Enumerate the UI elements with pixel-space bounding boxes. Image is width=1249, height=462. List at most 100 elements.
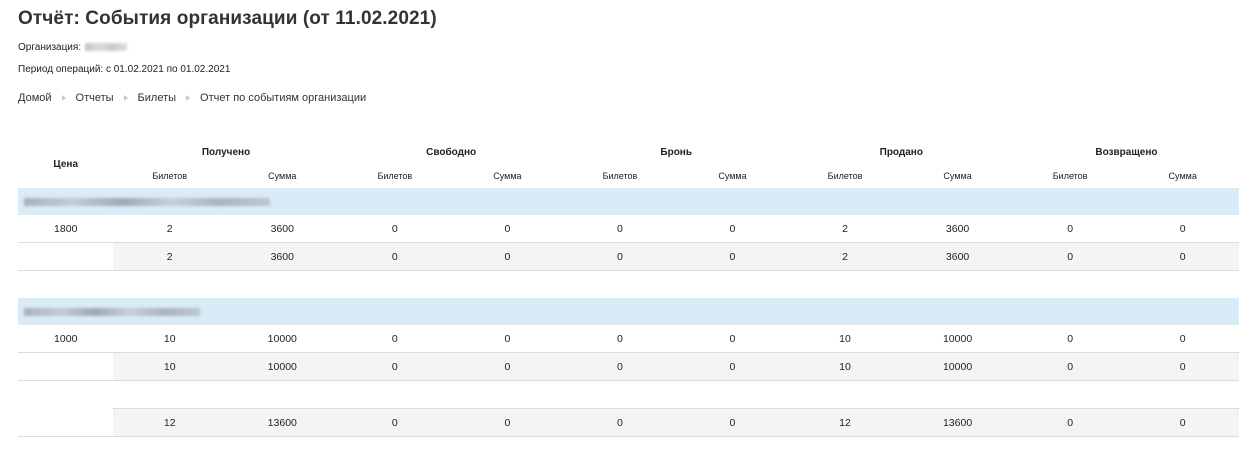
cell-received-tickets: 2 xyxy=(113,242,226,271)
events-report-table: Цена Получено Свободно Бронь Продано Воз… xyxy=(18,140,1239,437)
cell-sold-sum: 13600 xyxy=(901,408,1014,437)
cell-returned-tickets: 0 xyxy=(1013,325,1127,353)
cell-reserved-sum: 0 xyxy=(676,325,789,353)
breadcrumb-reports[interactable]: Отчеты xyxy=(76,92,114,104)
cell-received-sum: 13600 xyxy=(226,408,339,437)
cell-received-sum: 10000 xyxy=(226,352,339,381)
subheader-tickets: Билетов xyxy=(827,171,863,181)
group-header-reserved: Бронь xyxy=(660,146,692,158)
cell-price xyxy=(18,408,114,437)
event-section-header xyxy=(18,298,1239,325)
breadcrumb-home[interactable]: Домой xyxy=(18,92,52,104)
cell-returned-tickets: 0 xyxy=(1013,352,1127,381)
group-header-free: Свободно xyxy=(426,146,477,158)
page-title: Отчёт: События организации (от 11.02.202… xyxy=(18,8,437,29)
subheader-tickets: Билетов xyxy=(377,171,413,181)
blurred-event-name xyxy=(24,197,270,206)
cell-reserved-tickets: 0 xyxy=(563,408,677,437)
cell-price: 1800 xyxy=(18,215,114,243)
organization-line: Организация: xyxy=(18,42,128,53)
table-row: 1800 2 3600 0 0 0 0 2 3600 0 0 xyxy=(18,215,1239,243)
event-name-redacted xyxy=(18,298,1239,325)
cell-received-sum: 10000 xyxy=(226,325,339,353)
cell-reserved-sum: 0 xyxy=(676,352,789,381)
cell-received-sum: 3600 xyxy=(226,215,339,243)
group-header-sold: Продано xyxy=(879,146,923,158)
cell-sold-sum: 3600 xyxy=(901,242,1014,271)
cell-returned-tickets: 0 xyxy=(1013,215,1127,243)
cell-sold-tickets: 12 xyxy=(788,408,902,437)
subheader-sum: Сумма xyxy=(1168,171,1197,181)
subheader-sum: Сумма xyxy=(943,171,972,181)
subtotal-row: 2 3600 0 0 0 0 2 3600 0 0 xyxy=(18,242,1239,271)
cell-returned-tickets: 0 xyxy=(1013,408,1127,437)
cell-received-tickets: 10 xyxy=(113,325,226,353)
cell-free-tickets: 0 xyxy=(338,325,452,353)
cell-returned-sum: 0 xyxy=(1126,242,1239,271)
organization-label: Организация: xyxy=(18,42,82,53)
breadcrumb-current: Отчет по событиям организации xyxy=(200,92,367,104)
price-header: Цена xyxy=(53,158,79,170)
chevron-right-icon xyxy=(186,95,191,101)
cell-sold-sum: 10000 xyxy=(901,325,1014,353)
cell-sold-sum: 10000 xyxy=(901,352,1014,381)
cell-free-sum: 0 xyxy=(451,352,564,381)
cell-returned-sum: 0 xyxy=(1126,352,1239,381)
cell-sold-tickets: 10 xyxy=(788,352,902,381)
blurred-event-name xyxy=(24,307,200,316)
group-header-returned: Возвращено xyxy=(1095,146,1158,158)
event-name-redacted xyxy=(18,188,1239,215)
group-header-received: Получено xyxy=(201,146,251,158)
cell-free-sum: 0 xyxy=(451,325,564,353)
cell-sold-tickets: 10 xyxy=(788,325,902,353)
subheader-tickets: Билетов xyxy=(1052,171,1088,181)
spacer-row xyxy=(18,271,1239,299)
subheader-tickets: Билетов xyxy=(602,171,638,181)
subheader-tickets: Билетов xyxy=(152,171,188,181)
spacer-cell xyxy=(18,271,1239,299)
cell-free-tickets: 0 xyxy=(338,352,452,381)
cell-reserved-sum: 0 xyxy=(676,408,789,437)
chevron-right-icon xyxy=(123,95,128,101)
subheader-sum: Сумма xyxy=(493,171,522,181)
cell-received-tickets: 2 xyxy=(113,215,226,243)
cell-reserved-tickets: 0 xyxy=(563,352,677,381)
cell-reserved-sum: 0 xyxy=(676,242,789,271)
cell-received-tickets: 10 xyxy=(113,352,226,381)
spacer-row xyxy=(18,381,1239,409)
cell-sold-sum: 3600 xyxy=(901,215,1014,243)
breadcrumb: Домой Отчеты Билеты Отчет по событиям ор… xyxy=(18,92,366,104)
chevron-right-icon xyxy=(61,95,66,101)
cell-reserved-tickets: 0 xyxy=(563,325,677,353)
cell-free-tickets: 0 xyxy=(338,242,452,271)
cell-price: 1000 xyxy=(18,325,114,353)
cell-received-tickets: 12 xyxy=(113,408,226,437)
cell-sold-tickets: 2 xyxy=(788,215,902,243)
period-line: Период операций: с 01.02.2021 по 01.02.2… xyxy=(18,64,231,75)
subheader-sum: Сумма xyxy=(268,171,297,181)
cell-price xyxy=(18,242,114,271)
organization-name-redacted xyxy=(85,43,128,52)
cell-reserved-tickets: 0 xyxy=(563,242,677,271)
cell-returned-tickets: 0 xyxy=(1013,242,1127,271)
cell-reserved-tickets: 0 xyxy=(563,215,677,243)
cell-free-tickets: 0 xyxy=(338,215,452,243)
cell-returned-sum: 0 xyxy=(1126,325,1239,353)
grand-total-row: 12 13600 0 0 0 0 12 13600 0 0 xyxy=(18,408,1239,437)
cell-free-tickets: 0 xyxy=(338,408,452,437)
spacer-cell xyxy=(18,381,1239,409)
breadcrumb-tickets[interactable]: Билеты xyxy=(138,92,176,104)
cell-returned-sum: 0 xyxy=(1126,215,1239,243)
cell-sold-tickets: 2 xyxy=(788,242,902,271)
cell-free-sum: 0 xyxy=(451,408,564,437)
table-row: 1000 10 10000 0 0 0 0 10 10000 0 0 xyxy=(18,325,1239,353)
subheader-sum: Сумма xyxy=(718,171,747,181)
cell-received-sum: 3600 xyxy=(226,242,339,271)
cell-free-sum: 0 xyxy=(451,242,564,271)
cell-price xyxy=(18,352,114,381)
cell-returned-sum: 0 xyxy=(1126,408,1239,437)
subtotal-row: 10 10000 0 0 0 0 10 10000 0 0 xyxy=(18,352,1239,381)
event-section-header xyxy=(18,188,1239,215)
cell-free-sum: 0 xyxy=(451,215,564,243)
cell-reserved-sum: 0 xyxy=(676,215,789,243)
